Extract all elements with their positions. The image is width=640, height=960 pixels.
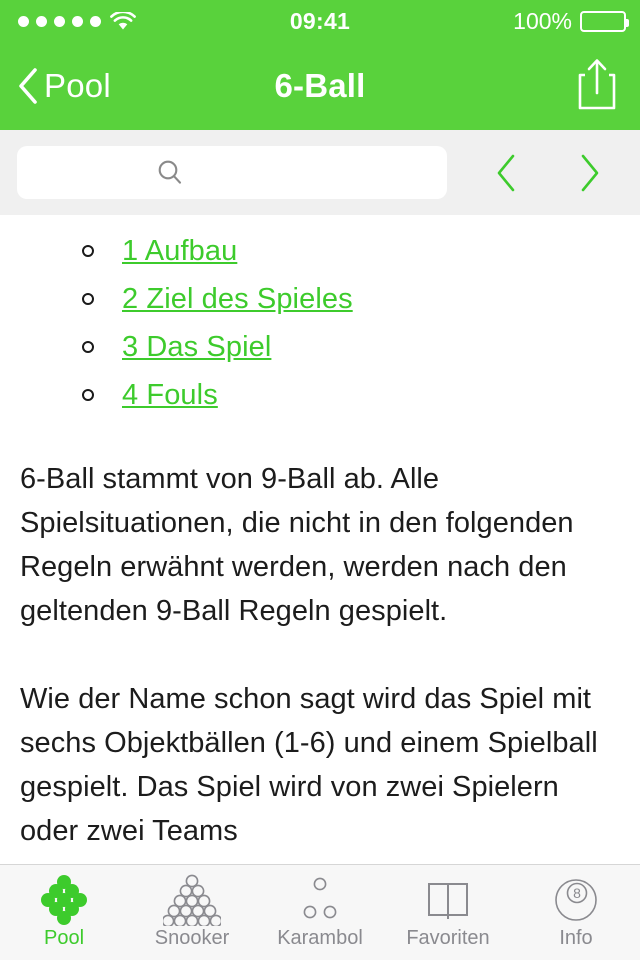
- search-icon: [155, 158, 185, 188]
- share-icon: [576, 57, 618, 116]
- tab-label-snooker: Snooker: [154, 927, 230, 949]
- bullet-icon: [82, 293, 94, 305]
- tab-snooker[interactable]: Snooker: [128, 865, 256, 960]
- list-item: 4 Fouls: [20, 379, 620, 427]
- tab-karambol[interactable]: Karambol: [256, 865, 384, 960]
- paragraph-2: Wie der Name schon sagt wird das Spiel m…: [20, 683, 598, 847]
- tab-label-favoriten: Favoriten: [406, 927, 490, 949]
- tab-info[interactable]: 8 Info: [512, 865, 640, 960]
- tab-pool[interactable]: Pool: [0, 865, 128, 960]
- find-next-button[interactable]: [572, 151, 608, 195]
- search-input[interactable]: [189, 160, 309, 185]
- back-button-label: Pool: [44, 67, 111, 104]
- list-item: 3 Das Spiel: [20, 331, 620, 379]
- share-button[interactable]: [576, 57, 640, 116]
- find-bar: [0, 130, 640, 215]
- toc-link-1[interactable]: 1 Aufbau: [122, 235, 237, 268]
- bullet-icon: [82, 341, 94, 353]
- status-bar-right: 100%: [513, 8, 640, 35]
- find-previous-button[interactable]: [488, 151, 524, 195]
- status-bar: 09:41 100%: [0, 0, 640, 42]
- battery-percent-label: 100%: [513, 7, 572, 34]
- pool-rack-diamond-icon: [38, 874, 90, 926]
- paragraph-1: 6-Ball stammt von 9-Ball ab. Alle Spiels…: [20, 463, 574, 627]
- tab-bar: Pool Snooker Karambol Favoriten 8 Info: [0, 864, 640, 960]
- table-of-contents: 1 Aufbau 2 Ziel des Spieles 3 Das Spiel …: [20, 235, 620, 427]
- carom-three-balls-icon: [294, 874, 346, 926]
- eight-ball-icon: 8: [550, 874, 602, 926]
- bullet-icon: [82, 245, 94, 257]
- list-item: 1 Aufbau: [20, 235, 620, 283]
- article-content: 1 Aufbau 2 Ziel des Spieles 3 Das Spiel …: [0, 215, 640, 864]
- search-field[interactable]: [17, 146, 447, 199]
- toc-link-2[interactable]: 2 Ziel des Spieles: [122, 283, 353, 316]
- tab-label-karambol: Karambol: [277, 927, 363, 949]
- navigation-bar: Pool 6-Ball: [0, 42, 640, 130]
- chevron-left-icon: [16, 67, 38, 105]
- toc-link-4[interactable]: 4 Fouls: [122, 379, 218, 412]
- list-item: 2 Ziel des Spieles: [20, 283, 620, 331]
- find-navigation: [488, 151, 640, 195]
- app-root: 09:41 100% Pool 6-Ball 1 Aufbau 2 Ziel d…: [0, 0, 640, 960]
- tab-label-info: Info: [559, 927, 593, 949]
- battery-full-icon: [580, 10, 629, 32]
- bullet-icon: [82, 389, 94, 401]
- open-book-icon: [422, 874, 474, 926]
- tab-favoriten[interactable]: Favoriten: [384, 865, 512, 960]
- snooker-rack-triangle-icon: [163, 874, 221, 926]
- svg-text:8: 8: [573, 885, 581, 901]
- tab-label-pool: Pool: [43, 927, 85, 949]
- back-button[interactable]: Pool: [0, 67, 111, 105]
- toc-link-3[interactable]: 3 Das Spiel: [122, 331, 271, 364]
